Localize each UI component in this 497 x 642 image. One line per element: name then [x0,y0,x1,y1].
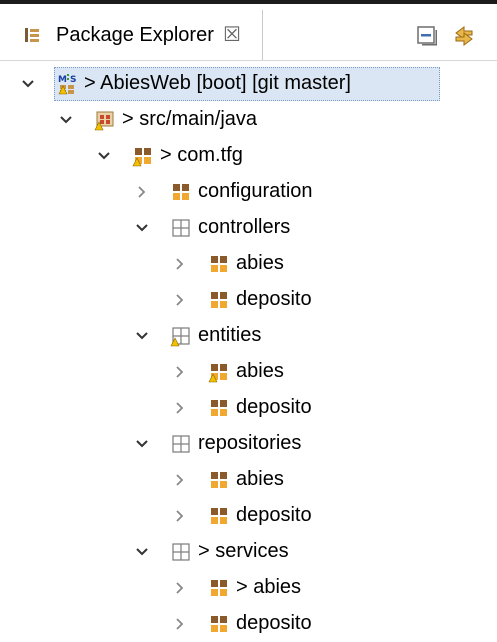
tree-item-label: > abies [236,576,302,598]
link-with-editor-icon[interactable] [452,24,476,48]
package-empty-icon [172,219,190,237]
tree-item-package[interactable]: > services [0,534,497,570]
package-warning-icon [208,364,227,383]
chevron-right-icon[interactable] [172,508,188,524]
chevron-down-icon[interactable] [20,76,36,92]
tree-item-label: controllers [198,216,291,238]
tree-item-label: > AbiesWeb [boot] [git master] [84,72,351,94]
package-icon [173,184,189,200]
chevron-down-icon[interactable] [96,148,112,164]
tree-item-package[interactable]: abies [0,354,497,390]
tree-item-label: configuration [198,180,313,202]
chevron-down-icon[interactable] [134,544,150,560]
tree-item-label: deposito [236,288,312,310]
tab-label: Package Explorer [56,24,214,46]
tree-item-label: deposito [236,396,312,418]
tree-item-package[interactable]: abies [0,462,497,498]
tree-item-package-root[interactable]: > com.tfg [0,138,497,174]
source-folder-warning-icon [94,111,114,131]
tree-item-label: entities [198,324,262,346]
tree-item-package[interactable]: repositories [0,426,497,462]
chevron-right-icon[interactable] [172,364,188,380]
tree-item-label: abies [236,468,284,490]
tree-item-label: > services [198,540,289,562]
package-icon [211,616,227,632]
package-empty-warning-icon [170,327,190,347]
tree-item-source-folder[interactable]: > src/main/java [0,102,497,138]
collapse-all-icon[interactable] [415,24,439,48]
chevron-right-icon[interactable] [134,184,150,200]
tree-item-package[interactable]: configuration [0,174,497,210]
tree-item-label: deposito [236,612,312,634]
tree-item-label: deposito [236,504,312,526]
tree-item-package[interactable]: deposito [0,282,497,318]
package-icon [211,256,227,272]
chevron-right-icon[interactable] [172,292,188,308]
package-warning-icon [132,148,151,167]
chevron-right-icon[interactable] [172,256,188,272]
maven-spring-project-icon: M S [58,74,76,95]
view-tab-bar: Package Explorer ☒ [0,4,497,61]
chevron-down-icon[interactable] [134,328,150,344]
chevron-right-icon[interactable] [172,580,188,596]
package-explorer-icon [25,28,39,42]
tree-item-label: > src/main/java [122,108,258,130]
close-icon[interactable]: ☒ [223,22,241,47]
tree-item-package[interactable]: deposito [0,390,497,426]
tree-item-package[interactable]: controllers [0,210,497,246]
svg-text:M: M [58,75,67,85]
tab-package-explorer[interactable]: Package Explorer ☒ [0,10,263,60]
tree-item-package[interactable]: deposito [0,498,497,534]
package-icon [211,472,227,488]
tree-item-label: > com.tfg [160,144,243,166]
tree-item-project[interactable]: M S > AbiesWeb [boot] [git master] [0,66,497,102]
tree-item-label: repositories [198,432,302,454]
tree-item-label: abies [236,252,284,274]
tree-item-package[interactable]: abies [0,246,497,282]
chevron-right-icon[interactable] [172,616,188,632]
chevron-right-icon[interactable] [172,472,188,488]
tree-item-package[interactable]: entities [0,318,497,354]
chevron-down-icon[interactable] [58,112,74,128]
package-icon [211,508,227,524]
chevron-down-icon[interactable] [134,436,150,452]
package-icon [211,292,227,308]
package-empty-icon [172,435,190,453]
tree-item-package[interactable]: deposito [0,606,497,642]
tree-item-label: abies [236,360,284,382]
package-icon [211,400,227,416]
package-empty-icon [172,543,190,561]
tree-item-package[interactable]: > abies [0,570,497,606]
chevron-down-icon[interactable] [134,220,150,236]
chevron-right-icon[interactable] [172,400,188,416]
package-icon [211,580,227,596]
svg-text:S: S [70,75,76,85]
